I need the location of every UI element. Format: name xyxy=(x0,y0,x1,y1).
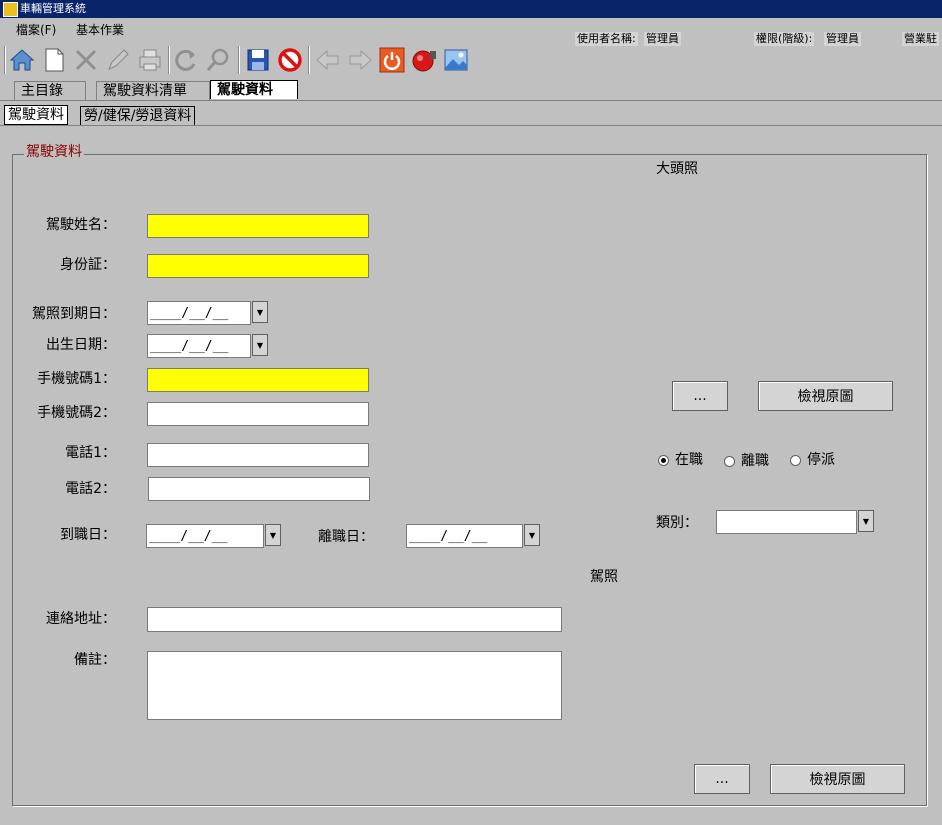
subtab-driver-data[interactable]: 駕駛資料 xyxy=(4,105,68,125)
driver-name-input[interactable] xyxy=(147,214,369,238)
tab-driver-list[interactable]: 駕駛資料清單 xyxy=(96,81,210,100)
photo-browse-button[interactable]: ... xyxy=(672,381,728,411)
new-icon[interactable] xyxy=(40,46,68,74)
license-expiry-input[interactable] xyxy=(147,301,251,325)
phone2-label: 電話2： xyxy=(65,481,116,497)
status-radio-active[interactable]: 在職 xyxy=(658,451,703,469)
join-date-label: 到職日： xyxy=(60,527,116,543)
address-label: 連絡地址： xyxy=(46,611,116,627)
home-icon[interactable] xyxy=(8,46,36,74)
refresh-icon[interactable] xyxy=(172,46,200,74)
subtab-driver-data-label: 駕駛資料 xyxy=(8,107,64,123)
name-label: 駕駛姓名： xyxy=(46,217,116,233)
phone1-label: 電話1： xyxy=(65,445,116,461)
alarm-icon[interactable] xyxy=(410,46,438,74)
address-input[interactable] xyxy=(147,607,562,632)
id-label: 身份証： xyxy=(60,257,116,273)
delete-icon[interactable] xyxy=(72,46,100,74)
subtab-insurance-label: 勞/健保/勞退資料 xyxy=(84,108,192,124)
phone2-input[interactable] xyxy=(148,477,370,501)
category-input[interactable] xyxy=(716,510,857,534)
subtab-insurance[interactable]: 勞/健保/勞退資料 xyxy=(80,106,196,126)
status-option-label: 離職 xyxy=(741,453,769,469)
status-radio-suspended[interactable]: 停派 xyxy=(790,451,835,469)
radio-selected-icon xyxy=(658,454,669,466)
group-title: 駕駛資料 xyxy=(24,143,84,161)
license-label: 駕照 xyxy=(590,569,618,585)
leave-date-picker[interactable]: ▼ xyxy=(406,524,540,548)
radio-icon xyxy=(790,454,801,466)
leave-date-label: 離職日： xyxy=(318,529,374,545)
tab-driver-data[interactable]: 駕駛資料 xyxy=(210,80,298,99)
chevron-down-icon[interactable]: ▼ xyxy=(858,510,874,532)
join-date-input[interactable] xyxy=(146,524,264,548)
status-radio-resigned[interactable]: 離職 xyxy=(724,452,769,470)
chevron-down-icon[interactable]: ▼ xyxy=(252,301,268,323)
tab-driver-data-label: 駕駛資料 xyxy=(217,82,273,98)
mobile2-label: 手機號碼2： xyxy=(37,405,116,421)
print-icon[interactable] xyxy=(136,46,164,74)
save-icon[interactable] xyxy=(244,46,272,74)
mobile1-label: 手機號碼1： xyxy=(37,371,116,387)
subtab-strip-divider xyxy=(0,125,942,126)
photo-label: 大頭照 xyxy=(656,161,698,177)
image-icon[interactable] xyxy=(442,46,470,74)
birth-date-input[interactable] xyxy=(147,334,251,358)
chevron-down-icon[interactable]: ▼ xyxy=(524,524,540,546)
radio-icon xyxy=(724,455,735,467)
license-view-original-button[interactable]: 檢視原圖 xyxy=(770,764,905,794)
id-number-input[interactable] xyxy=(147,254,369,278)
leave-date-input[interactable] xyxy=(406,524,523,548)
power-icon[interactable] xyxy=(378,46,406,74)
photo-view-original-button[interactable]: 檢視原圖 xyxy=(758,381,893,411)
next-icon[interactable] xyxy=(346,46,374,74)
mobile1-input[interactable] xyxy=(147,368,369,392)
menu-basic[interactable]: 基本作業 xyxy=(76,22,124,38)
chevron-down-icon[interactable]: ▼ xyxy=(252,334,268,356)
license-browse-button[interactable]: ... xyxy=(694,764,750,794)
search-icon[interactable] xyxy=(204,46,232,74)
tab-driver-list-label: 駕駛資料清單 xyxy=(103,83,187,99)
menu-file[interactable]: 檔案(F) xyxy=(16,22,56,38)
tab-main-menu-label: 主目錄 xyxy=(21,83,63,99)
category-select[interactable]: ▼ xyxy=(716,510,874,534)
phone1-input[interactable] xyxy=(147,443,369,467)
tab-strip-divider xyxy=(0,100,942,101)
note-label: 備註： xyxy=(74,652,116,668)
mobile2-input[interactable] xyxy=(147,402,369,426)
cancel-icon[interactable] xyxy=(276,46,304,74)
category-label: 類別： xyxy=(656,515,698,531)
toolbar-separator xyxy=(308,46,310,74)
prev-icon[interactable] xyxy=(314,46,342,74)
note-textarea[interactable] xyxy=(147,651,562,720)
window-title: 車輛管理系統 xyxy=(20,2,86,15)
join-date-picker[interactable]: ▼ xyxy=(146,524,281,548)
title-bar: 車輛管理系統 xyxy=(0,0,942,18)
license-expiry-label: 駕照到期日： xyxy=(32,306,116,322)
app-icon xyxy=(3,2,18,17)
birth-date-label: 出生日期： xyxy=(46,337,116,353)
toolbar-separator xyxy=(238,46,240,74)
status-option-label: 在職 xyxy=(675,452,703,468)
edit-icon[interactable] xyxy=(104,46,132,74)
menu-bar: 檔案(F) 基本作業 使用者名稱: 管理員 權限(階級): 管理員 營業駐 xyxy=(0,18,942,46)
tab-main-menu[interactable]: 主目錄 xyxy=(14,81,86,100)
license-expiry-picker[interactable]: ▼ xyxy=(147,301,268,325)
toolbar-separator xyxy=(4,46,6,74)
birth-date-picker[interactable]: ▼ xyxy=(147,334,268,358)
toolbar-separator xyxy=(168,46,170,74)
chevron-down-icon[interactable]: ▼ xyxy=(265,524,281,546)
status-option-label: 停派 xyxy=(807,452,835,468)
